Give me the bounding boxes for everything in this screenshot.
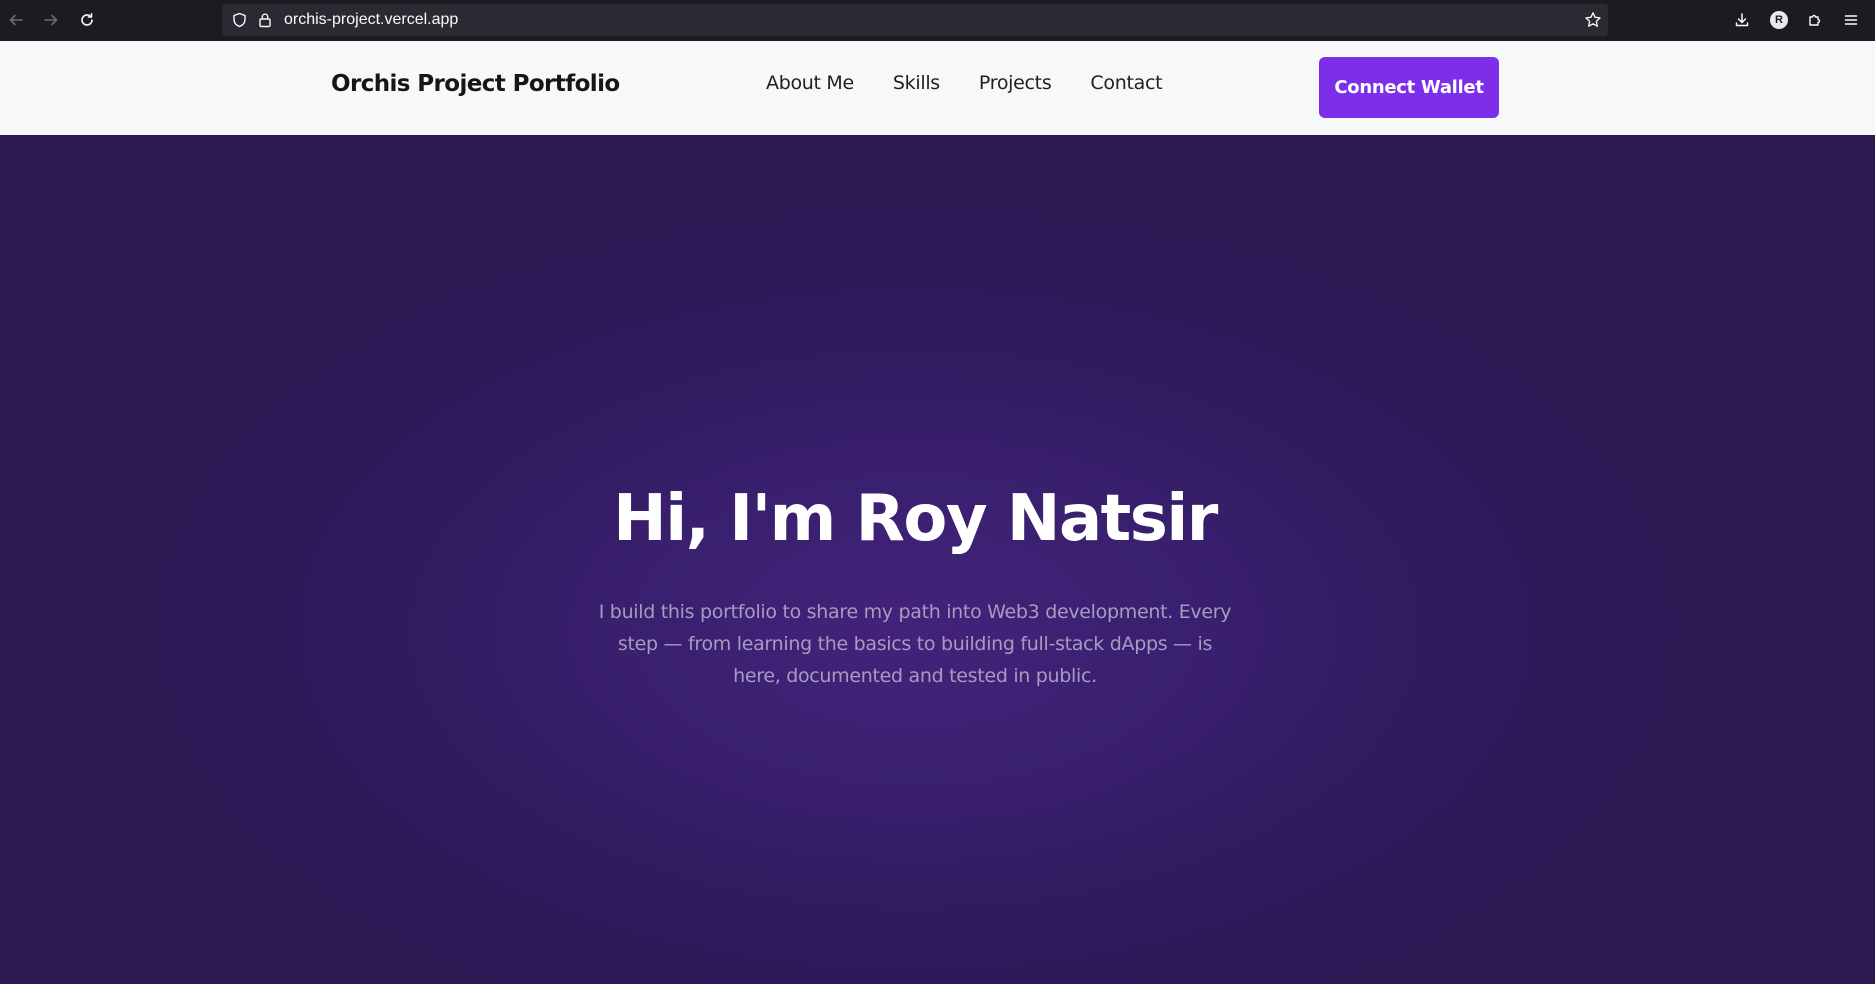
menu-button[interactable] (1838, 8, 1864, 32)
hero-description: I build this portfolio to share my path … (598, 601, 1232, 687)
extensions-button[interactable] (1802, 8, 1828, 32)
hero-title: Hi, I'm Roy Natsir (613, 482, 1218, 556)
arrow-right-icon (44, 14, 58, 26)
reload-button[interactable] (74, 8, 100, 32)
avatar: R (1770, 11, 1788, 29)
forward-button[interactable] (38, 8, 64, 32)
site-logo[interactable]: Orchis Project Portfolio (331, 71, 620, 97)
shield-icon[interactable] (232, 12, 247, 28)
main-nav: About Me Skills Projects Contact (766, 72, 1163, 94)
browser-toolbar: orchis-project.vercel.app R (0, 0, 1875, 41)
back-button[interactable] (3, 8, 29, 32)
arrow-left-icon (9, 14, 23, 26)
hero-section: Hi, I'm Roy Natsir I build this portfoli… (0, 135, 1875, 984)
connect-wallet-button[interactable]: Connect Wallet (1319, 57, 1499, 118)
nav-link-about[interactable]: About Me (766, 72, 854, 94)
lock-icon[interactable] (258, 12, 272, 28)
nav-link-contact[interactable]: Contact (1090, 72, 1162, 94)
site-header: Orchis Project Portfolio About Me Skills… (0, 41, 1875, 135)
account-button[interactable]: R (1766, 8, 1792, 32)
download-icon (1735, 13, 1749, 27)
nav-link-skills[interactable]: Skills (893, 72, 940, 94)
url-bar[interactable]: orchis-project.vercel.app (222, 4, 1608, 36)
url-text[interactable]: orchis-project.vercel.app (284, 4, 458, 36)
downloads-button[interactable] (1729, 8, 1755, 32)
star-icon[interactable] (1584, 11, 1602, 29)
puzzle-icon (1809, 14, 1821, 26)
nav-link-projects[interactable]: Projects (979, 72, 1052, 94)
reload-icon (81, 13, 93, 26)
hamburger-icon (1844, 15, 1858, 25)
